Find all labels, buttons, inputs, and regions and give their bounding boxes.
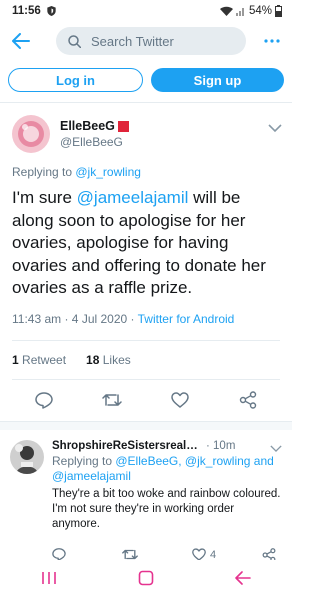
recents-icon	[41, 571, 56, 584]
login-button[interactable]: Log in	[8, 68, 143, 92]
reply-likes-count: 4	[210, 548, 217, 561]
likes-count: 18	[86, 352, 100, 367]
tweet-text: I'm sure @jameelajamil will be along soo…	[12, 187, 280, 300]
tweet-text-before: I'm sure	[12, 188, 77, 207]
timestamp: 11:43 am · 4 Jul 2020 ·	[12, 311, 138, 326]
tweet-actions	[0, 380, 292, 422]
search-icon	[68, 34, 81, 48]
retweet-button[interactable]	[100, 388, 124, 412]
status-time: 11:56	[12, 5, 41, 17]
reply-button[interactable]	[32, 388, 56, 412]
shield-icon	[47, 6, 56, 16]
reply-time: · 10m	[206, 439, 236, 452]
reply-body: ShropshireReSistersrealname... · 10m Rep…	[52, 440, 282, 566]
signal-icon	[235, 8, 244, 16]
like-button[interactable]	[168, 388, 192, 412]
retweets-count: 1	[12, 352, 19, 367]
battery-icon	[275, 5, 282, 17]
reply-icon	[35, 391, 53, 409]
tweet-meta: 11:43 am · 4 Jul 2020 · Twitter for Andr…	[12, 312, 280, 326]
search-input[interactable]: Search Twitter	[56, 27, 246, 55]
chevron-down-icon[interactable]	[270, 444, 282, 453]
likes-stat[interactable]: 18 Likes	[86, 353, 131, 367]
android-nav-bar	[0, 560, 292, 600]
battery-percent: 54%	[248, 5, 272, 17]
share-button[interactable]	[236, 388, 260, 412]
back-button[interactable]	[8, 28, 34, 54]
share-icon	[239, 391, 257, 409]
recents-button[interactable]	[41, 571, 57, 590]
replying-prefix: Replying to	[12, 165, 76, 179]
home-button[interactable]	[138, 570, 154, 591]
more-icon	[264, 39, 280, 43]
like-icon	[171, 392, 189, 408]
avatar[interactable]	[10, 439, 44, 474]
top-nav: Search Twitter	[0, 22, 292, 60]
reply-replying-to: Replying to @ElleBeeG, @jk_rowling and @…	[52, 454, 282, 484]
auth-row: Log in Sign up	[0, 60, 292, 92]
reply-header: ShropshireReSistersrealname... · 10m	[52, 440, 282, 452]
retweet-icon	[102, 394, 122, 406]
mention-link[interactable]: @jameelajamil	[77, 188, 189, 207]
client-link[interactable]: Twitter for Android	[138, 312, 235, 326]
likes-label: Likes	[99, 352, 131, 367]
replying-to: Replying to @jk_rowling	[12, 165, 280, 179]
display-name-row: ElleBeeG	[60, 119, 129, 133]
display-name[interactable]: ElleBeeG	[60, 119, 115, 133]
chevron-down-icon[interactable]	[268, 123, 282, 133]
nav-back-icon	[235, 570, 252, 585]
retweets-label: Retweet	[18, 352, 67, 367]
handle[interactable]: @ElleBeeG	[60, 135, 129, 149]
reply-display-name[interactable]: ShropshireReSistersrealname...	[52, 440, 202, 452]
mention-link[interactable]: @jk_rowling	[75, 165, 141, 179]
author-row: ElleBeeG @ElleBeeG	[12, 115, 280, 153]
nav-back-button[interactable]	[235, 570, 252, 590]
back-arrow-icon	[12, 33, 30, 49]
more-button[interactable]	[260, 29, 284, 53]
main-tweet: ElleBeeG @ElleBeeG Replying to @jk_rowli…	[0, 103, 292, 380]
reply-text: They're a bit too woke and rainbow colou…	[52, 487, 281, 530]
status-bar: 11:56 54%	[0, 0, 292, 22]
retweets-stat[interactable]: 1 Retweet	[12, 353, 66, 367]
avatar[interactable]	[12, 115, 50, 153]
reply-replying-prefix: Replying to	[52, 453, 116, 468]
signup-button[interactable]: Sign up	[151, 68, 284, 92]
stats-row: 1 Retweet 18 Likes	[12, 339, 280, 380]
red-square-emoji-icon	[117, 120, 129, 132]
reply-tweet[interactable]: ShropshireReSistersrealname... · 10m Rep…	[0, 430, 292, 566]
home-icon	[138, 570, 154, 585]
search-placeholder: Search Twitter	[91, 33, 174, 49]
author-info: ElleBeeG @ElleBeeG	[60, 119, 129, 149]
section-divider	[0, 421, 292, 430]
wifi-icon	[219, 6, 233, 16]
